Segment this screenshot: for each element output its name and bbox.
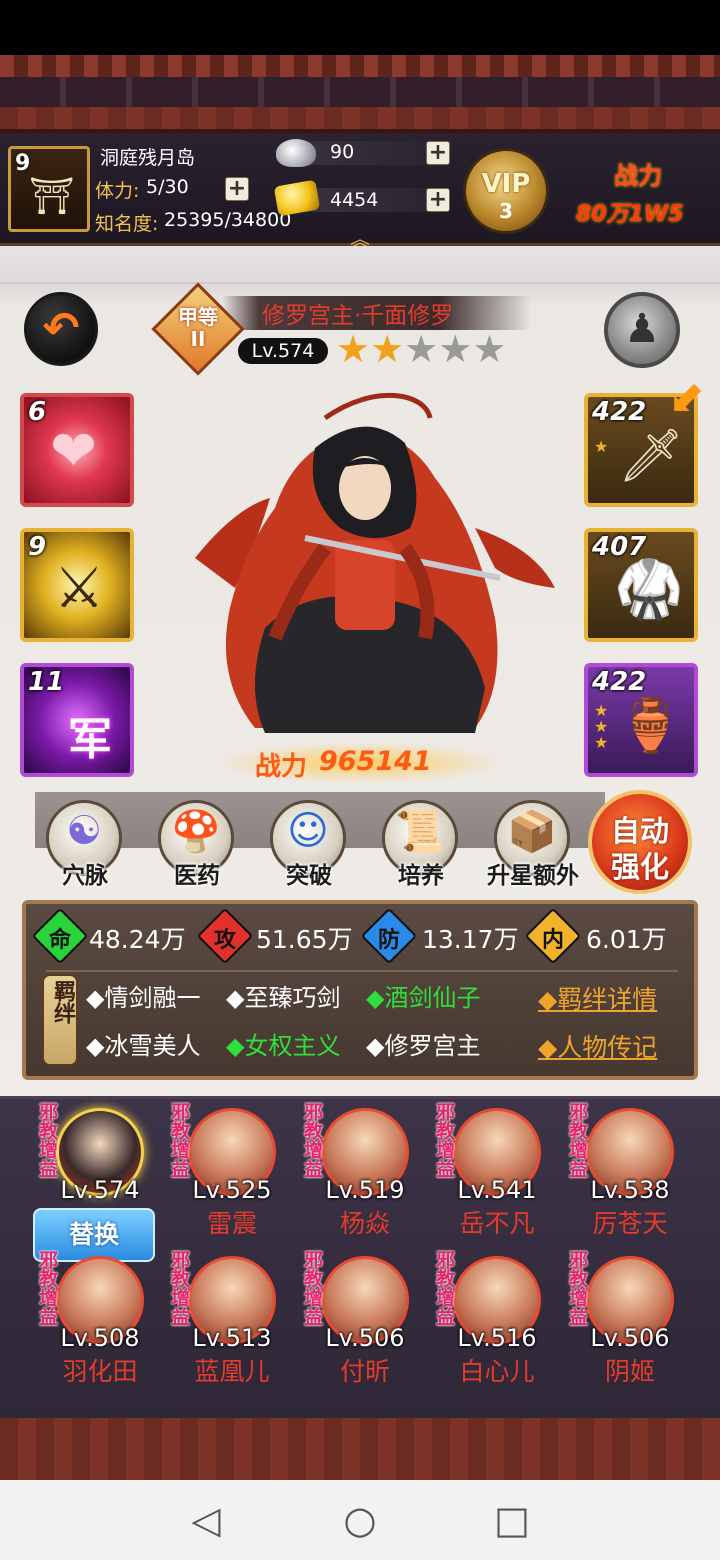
vip-label: VIP (481, 169, 531, 199)
equipment-level: 422 (592, 397, 647, 427)
player-power-label: 战力 (614, 162, 662, 190)
star-empty-icon: ★ (472, 327, 507, 371)
hero-power: 战力 965141 (215, 742, 505, 784)
back-button[interactable]: ↶ (24, 292, 98, 366)
menu-star-upgrade-button[interactable]: 📦 升星额外 (487, 800, 579, 896)
roster-hero-5[interactable]: 邪教增益 Lv.538 厉苍天 (562, 1102, 686, 1242)
roster-hero-8[interactable]: 邪教增益 Lv.506 付昕 (297, 1250, 421, 1390)
menu-meridian-button[interactable]: ☯ 穴脉 (40, 800, 130, 896)
statue-icon[interactable]: ♟ (604, 292, 680, 368)
vip-badge[interactable]: VIP 3 (463, 148, 549, 234)
skill-card-3[interactable]: 军 11 (20, 663, 134, 777)
defense-icon-label: 防 (377, 928, 400, 953)
equipment-level: 422 (592, 667, 647, 697)
star-empty-icon: ★ (404, 327, 439, 371)
menu-medicine-button[interactable]: 🍄 医药 (152, 800, 242, 896)
menu-breakthrough-button[interactable]: ☺ 突破 (264, 800, 354, 896)
fame-label: 知名度: (95, 213, 159, 235)
bond-item-active: ◆女权主义 (226, 1032, 341, 1060)
bond-item: ◆情剑融一 (86, 984, 201, 1012)
skill-level: 6 (28, 397, 47, 427)
star-filled-icon: ★ (336, 327, 371, 371)
star-empty-icon: ★ (438, 327, 473, 371)
skill-level: 9 (28, 532, 47, 562)
skill-card-1[interactable]: ❤ 6 (20, 393, 134, 507)
armor-icon: 🥋 (614, 557, 684, 622)
skill-level: 11 (28, 667, 65, 697)
hero-power-value: 965141 (319, 746, 432, 777)
equip-star-icon: ★ ★ ★ (594, 701, 609, 752)
pagoda-icon: ⛩ (29, 176, 75, 217)
wine-jug-icon: 🏺 (618, 696, 683, 756)
star-filled-icon: ★ (370, 327, 405, 371)
biography-link[interactable]: ◆人物传记 (538, 1028, 657, 1064)
bond-item: ◆修罗宫主 (366, 1032, 481, 1060)
stamina-value: 5/30 (146, 176, 189, 198)
star-upgrade-icon: 📦 (507, 809, 557, 855)
golden-warrior-icon: ⚔ (54, 556, 105, 621)
bond-details-link[interactable]: ◆羁绊详情 (538, 980, 657, 1016)
equipment-card-2[interactable]: 🥋 407 (584, 528, 698, 642)
gold-value: 4454 (330, 189, 379, 211)
breakthrough-icon: ☺ (287, 808, 329, 854)
inner-power-icon-label: 内 (541, 928, 564, 953)
medicine-icon: 🍄 (171, 809, 221, 855)
meridian-icon: ☯ (66, 808, 102, 854)
menu-cultivate-button[interactable]: 📜 培养 (376, 800, 466, 896)
bond-item: ◆冰雪美人 (86, 1032, 201, 1060)
auto-enhance-button[interactable]: 自动 强化 (588, 790, 692, 894)
upgrade-arrow-icon[interactable]: ⬋ (668, 372, 718, 423)
silver-value: 90 (330, 141, 355, 163)
equip-star-icon: ★ (594, 437, 609, 456)
equipment-card-3[interactable]: 🏺 ★ ★ ★ 422 (584, 663, 698, 777)
rank-badge-text: 甲等II (178, 305, 218, 351)
hp-value: 48.24万 (89, 925, 186, 954)
bond-item: ◆至臻巧剑 (226, 984, 341, 1012)
purple-army-icon: 军 (68, 714, 112, 765)
hero-level: Lv.574 (238, 338, 328, 364)
bottom-roof-decoration (0, 1418, 720, 1480)
recents-square-icon[interactable]: □ (482, 1490, 542, 1550)
silver-ingot-icon (276, 139, 316, 167)
player-power: 战力 80万1W5 (570, 150, 720, 230)
home-circle-icon[interactable]: ○ (330, 1490, 390, 1550)
player-avatar[interactable]: 9 ⛩ (8, 146, 90, 232)
player-level: 9 (15, 151, 31, 176)
skill-card-2[interactable]: ⚔ 9 (20, 528, 134, 642)
roster-hero-3[interactable]: 邪教增益 Lv.519 杨焱 (297, 1102, 421, 1242)
roster-hero-4[interactable]: 邪教增益 Lv.541 岳不凡 (429, 1102, 553, 1242)
add-silver-button[interactable]: + (426, 141, 450, 165)
attack-value: 51.65万 (256, 925, 353, 954)
location-name: 洞庭残月岛 (100, 147, 196, 169)
stamina-label: 体力: (95, 180, 140, 202)
hero-portrait[interactable] (175, 388, 565, 748)
attack-icon-label: 攻 (213, 928, 236, 953)
roster-hero-6[interactable]: 邪教增益 Lv.508 羽化田 (32, 1250, 156, 1390)
cultivate-icon: 📜 (395, 809, 445, 855)
add-gold-button[interactable]: + (426, 188, 450, 212)
system-nav-bar: ◁ ○ □ (0, 1480, 720, 1560)
star-rating: ★★★★★ (336, 330, 526, 370)
hero-name: 修罗宫主·千面修罗 (262, 303, 454, 329)
hero-power-label: 战力 (255, 752, 308, 782)
defense-value: 13.17万 (422, 925, 519, 954)
roster-hero-10[interactable]: 邪教增益 Lv.506 阴姬 (562, 1250, 686, 1390)
roster-hero-7[interactable]: 邪教增益 Lv.513 蓝凰儿 (164, 1250, 288, 1390)
bond-item-active: ◆酒剑仙子 (366, 984, 481, 1012)
roster-hero-9[interactable]: 邪教增益 Lv.516 白心儿 (429, 1250, 553, 1390)
sword-icon: 🗡 (618, 426, 685, 486)
player-power-value: 80万1W5 (576, 202, 684, 227)
vip-level: 3 (499, 199, 513, 223)
roster-hero-2[interactable]: 邪教增益 Lv.525 雷震 (164, 1102, 288, 1242)
back-triangle-icon[interactable]: ◁ (176, 1490, 236, 1550)
add-stamina-button[interactable]: + (225, 177, 249, 201)
inner-power-value: 6.01万 (586, 925, 667, 954)
heart-swirl-icon: ❤ (50, 419, 97, 484)
hp-icon-label: 命 (48, 928, 71, 953)
roof-decoration (0, 55, 720, 133)
equipment-level: 407 (592, 532, 647, 562)
bond-tag: 羁绊 (42, 974, 78, 1066)
fame-value: 25395/34800 (164, 209, 292, 231)
